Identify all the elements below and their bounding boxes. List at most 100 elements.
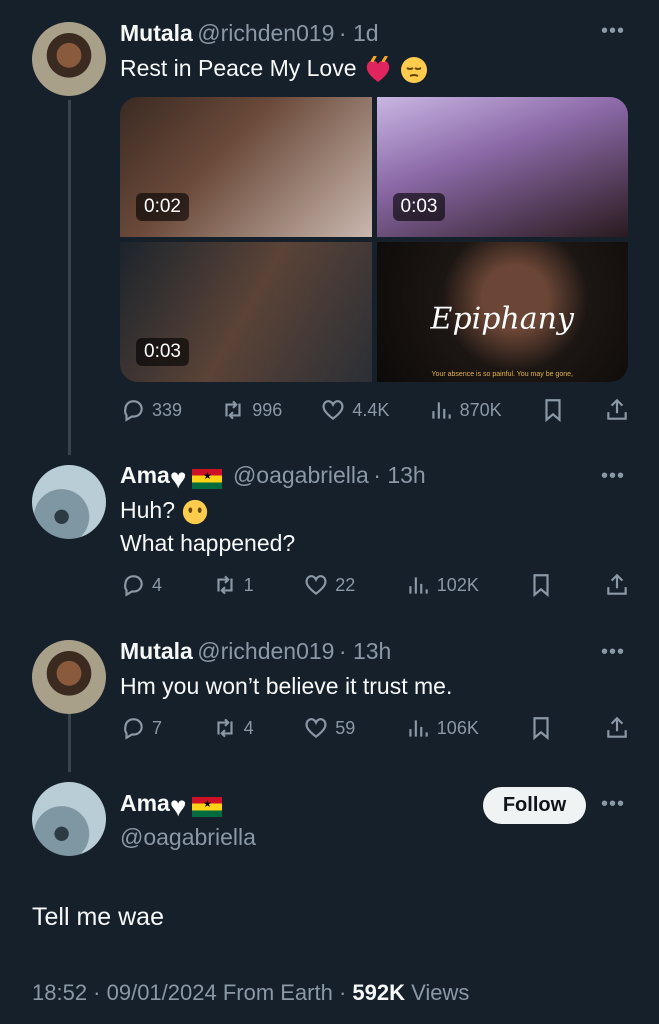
thread-line bbox=[68, 100, 71, 455]
heart-icon bbox=[305, 718, 327, 739]
main-tweet-text: Tell me wae bbox=[32, 903, 164, 931]
reply-button[interactable]: 7 bbox=[120, 715, 162, 741]
image-caption: Your absence is so painful. You may be g… bbox=[431, 371, 573, 378]
timestamp[interactable]: · 13h bbox=[373, 462, 425, 488]
reply-icon bbox=[124, 718, 143, 740]
like-count: 4.4K bbox=[352, 399, 390, 420]
author-name[interactable]: Ama bbox=[120, 462, 170, 488]
avatar[interactable] bbox=[32, 782, 106, 856]
no-mouth-face-icon bbox=[183, 499, 208, 525]
tweet-text-line: What happened? bbox=[120, 530, 296, 556]
views-icon bbox=[431, 402, 451, 419]
like-count: 22 bbox=[335, 574, 356, 595]
bookmark-icon bbox=[533, 574, 550, 598]
action-bar: 7 4 59 106K bbox=[120, 713, 630, 743]
views-count: 102K bbox=[436, 574, 479, 595]
avatar[interactable] bbox=[32, 22, 106, 96]
repost-icon bbox=[225, 400, 241, 420]
author-handle[interactable]: @richden019 bbox=[197, 20, 334, 46]
views-count: 592K bbox=[352, 980, 405, 1005]
bookmark-button[interactable] bbox=[528, 715, 554, 741]
timestamp[interactable]: · 1d bbox=[339, 20, 379, 46]
video-thumbnail[interactable]: 0:03 bbox=[376, 97, 628, 237]
timestamp[interactable]: · 13h bbox=[339, 638, 391, 664]
views-count: 106K bbox=[436, 717, 479, 738]
share-button[interactable] bbox=[604, 715, 630, 741]
repost-button[interactable]: 1 bbox=[212, 572, 254, 598]
more-options-icon[interactable]: ••• bbox=[601, 20, 625, 43]
action-bar: 4 1 22 102K bbox=[120, 570, 630, 600]
tweet-time[interactable]: 18:52 · 09/01/2024 From Earth · bbox=[32, 980, 352, 1005]
like-count: 59 bbox=[335, 717, 356, 738]
repost-icon bbox=[217, 718, 233, 738]
views-label: Views bbox=[405, 980, 470, 1005]
media-grid: 0:02 0:03 0:03 Epiphany Your absence is … bbox=[120, 97, 628, 382]
tweet-header: Ama♥ @oagabriella · 13h bbox=[120, 462, 426, 495]
bookmark-icon bbox=[533, 717, 550, 741]
views-button[interactable]: 870K bbox=[428, 397, 502, 423]
views-icon bbox=[409, 577, 428, 594]
ghana-flag-icon bbox=[192, 796, 223, 817]
share-icon bbox=[607, 716, 627, 738]
avatar[interactable] bbox=[32, 640, 106, 714]
white-heart-icon: ♥ bbox=[169, 790, 187, 822]
bookmark-button[interactable] bbox=[528, 572, 554, 598]
like-button[interactable]: 59 bbox=[303, 715, 355, 741]
repost-count: 996 bbox=[252, 399, 283, 420]
repost-icon bbox=[217, 575, 233, 595]
author-handle[interactable]: @oagabriella bbox=[233, 462, 369, 488]
like-button[interactable]: 4.4K bbox=[320, 397, 389, 423]
views-button[interactable]: 102K bbox=[405, 572, 479, 598]
author-handle[interactable]: @richden019 bbox=[197, 638, 334, 664]
share-button[interactable] bbox=[604, 397, 630, 423]
main-author: Ama♥ bbox=[120, 790, 223, 823]
reply-count: 339 bbox=[152, 399, 183, 420]
reply-icon bbox=[124, 575, 143, 597]
tweet-header: Mutala @richden019 · 1d bbox=[120, 20, 379, 47]
reply-count: 7 bbox=[152, 717, 163, 738]
repost-count: 4 bbox=[243, 717, 254, 738]
author-name[interactable]: Mutala bbox=[120, 20, 193, 46]
reply-button[interactable]: 339 bbox=[120, 397, 182, 423]
ghana-flag-icon bbox=[192, 468, 223, 489]
share-icon bbox=[607, 573, 627, 595]
heart-on-fire-icon bbox=[366, 55, 390, 82]
video-duration: 0:03 bbox=[392, 193, 446, 221]
video-thumbnail[interactable]: 0:02 bbox=[120, 97, 372, 237]
repost-count: 1 bbox=[243, 574, 254, 595]
views-icon bbox=[409, 720, 428, 737]
tweet-header: Mutala @richden019 · 13h bbox=[120, 638, 391, 665]
tweet-text: Rest in Peace My Love bbox=[120, 52, 429, 85]
image-title: Epiphany bbox=[430, 301, 574, 337]
share-icon bbox=[607, 398, 627, 420]
video-duration: 0:02 bbox=[136, 193, 189, 221]
thread-line bbox=[68, 712, 71, 772]
image-thumbnail[interactable]: Epiphany Your absence is so painful. You… bbox=[376, 242, 628, 382]
avatar[interactable] bbox=[32, 465, 106, 539]
heart-icon bbox=[322, 400, 344, 421]
tweet-meta: 18:52 · 09/01/2024 From Earth · 592K Vie… bbox=[32, 980, 469, 1006]
video-duration: 0:03 bbox=[136, 338, 189, 366]
pensive-face-icon bbox=[401, 56, 428, 83]
tweet-text-line: Huh? bbox=[120, 497, 175, 523]
share-button[interactable] bbox=[604, 572, 630, 598]
bookmark-icon bbox=[545, 399, 561, 423]
author-name[interactable]: Mutala bbox=[120, 638, 193, 664]
white-heart-icon: ♥ bbox=[169, 462, 187, 494]
follow-button[interactable]: Follow bbox=[483, 787, 586, 824]
more-options-icon[interactable]: ••• bbox=[601, 641, 625, 664]
author-name[interactable]: Ama bbox=[120, 790, 170, 816]
like-button[interactable]: 22 bbox=[303, 572, 355, 598]
author-handle[interactable]: @oagabriella bbox=[120, 824, 256, 851]
more-options-icon[interactable]: ••• bbox=[601, 465, 625, 488]
action-bar: 339 996 4.4K 870K bbox=[120, 395, 630, 425]
repost-button[interactable]: 996 bbox=[220, 397, 282, 423]
repost-button[interactable]: 4 bbox=[212, 715, 254, 741]
reply-button[interactable]: 4 bbox=[120, 572, 162, 598]
bookmark-button[interactable] bbox=[540, 397, 566, 423]
views-button[interactable]: 106K bbox=[405, 715, 479, 741]
more-options-icon[interactable]: ••• bbox=[601, 793, 625, 816]
views-count: 870K bbox=[459, 399, 502, 420]
tweet-text: Hm you won’t believe it trust me. bbox=[120, 673, 453, 699]
video-thumbnail[interactable]: 0:03 bbox=[120, 242, 372, 382]
